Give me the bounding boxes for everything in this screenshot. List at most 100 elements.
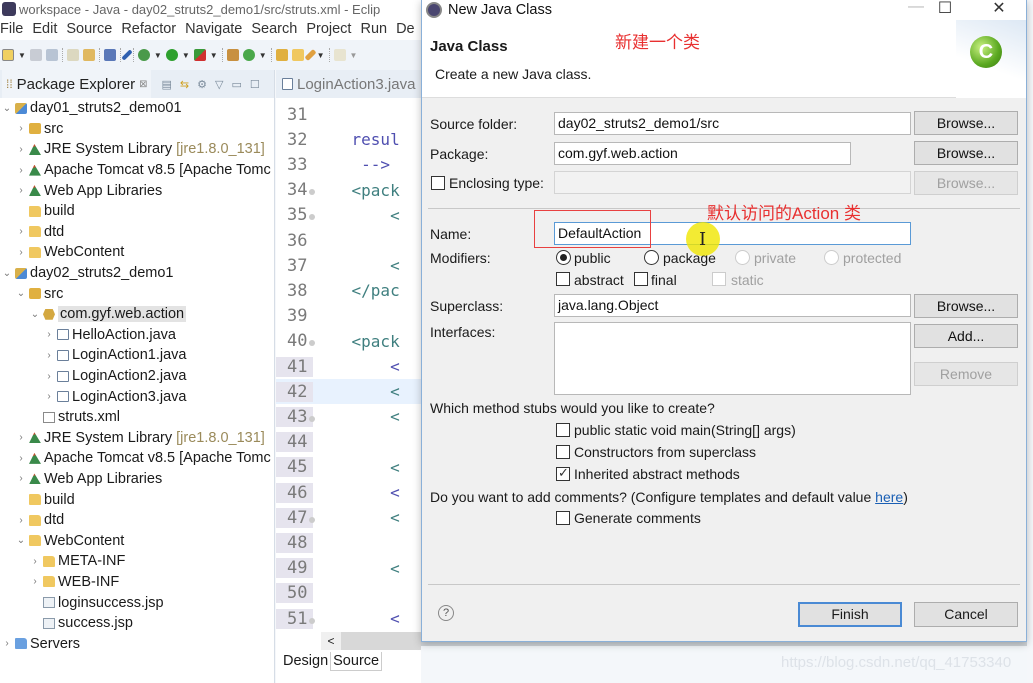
collapsed-chevron-icon[interactable]: › [43,371,55,382]
collapsed-chevron-icon[interactable]: › [15,432,27,443]
code-line[interactable]: 49 < [276,556,426,581]
build-icon[interactable] [66,49,79,61]
stub-inherited-checkbox[interactable] [556,465,570,481]
expanded-chevron-icon[interactable]: ⌄ [1,268,13,279]
code-line[interactable]: 47 < [276,505,426,530]
search-dropdown-icon[interactable]: ▼ [317,51,325,60]
source-folder-input[interactable]: day02_struts2_demo1/src [554,112,911,135]
tree-item[interactable]: success.jsp [0,613,274,634]
tree-item[interactable]: › WEB-INF [0,572,274,593]
interfaces-list[interactable] [554,322,911,395]
tree-item[interactable]: › META-INF [0,551,274,572]
modifier-public-radio[interactable] [556,250,571,265]
external-tools-dropdown-icon[interactable]: ▼ [210,51,218,60]
code-line[interactable]: 40 <pack [276,329,426,354]
menu-debug[interactable]: De [396,21,415,37]
stub-constructors-checkbox[interactable] [556,445,570,459]
menu-project[interactable]: Project [306,21,351,37]
collapsed-chevron-icon[interactable]: › [15,123,27,134]
menu-source[interactable]: Source [66,21,112,37]
tree-item[interactable]: ⌄ WebContent [0,530,274,551]
collapsed-chevron-icon[interactable]: › [15,165,27,176]
new-class-icon[interactable] [242,49,255,61]
help-icon[interactable]: ? [438,605,454,621]
save-all-icon[interactable] [45,49,58,61]
menu-edit[interactable]: Edit [32,21,57,37]
code-line[interactable]: 46 < [276,480,426,505]
final-checkbox[interactable] [634,272,648,286]
tree-item[interactable]: loginsuccess.jsp [0,592,274,613]
external-tools-icon[interactable] [193,49,206,61]
enclosing-type-input[interactable] [554,171,911,194]
collapsed-chevron-icon[interactable]: › [15,185,27,196]
tree-item[interactable]: ⌄ day02_struts2_demo1 [0,263,274,284]
interfaces-remove-button[interactable]: Remove [914,362,1018,386]
enclosing-type-checkbox[interactable] [431,176,445,190]
menu-refactor[interactable]: Refactor [121,21,176,37]
code-line[interactable]: 34 <pack [276,178,426,203]
tree-item[interactable]: build [0,489,274,510]
tree-item[interactable]: › dtd [0,510,274,531]
new-icon[interactable] [2,49,14,61]
search-pencil-icon[interactable] [304,48,317,62]
collapsed-chevron-icon[interactable]: › [15,453,27,464]
collapsed-chevron-icon[interactable]: › [1,638,13,649]
code-line[interactable]: 39 [276,304,426,329]
enclosing-type-browse-button[interactable]: Browse... [914,171,1018,195]
modifier-protected-radio[interactable] [824,250,839,265]
expanded-chevron-icon[interactable]: ⌄ [15,535,27,546]
collapsed-chevron-icon[interactable]: › [15,515,27,526]
collapsed-chevron-icon[interactable]: › [15,144,27,155]
tree-item[interactable]: › Web App Libraries [0,180,274,201]
save-icon[interactable] [29,49,42,61]
scroll-left-button[interactable]: < [321,632,341,650]
new-dropdown-icon[interactable]: ▼ [18,51,26,60]
expanded-chevron-icon[interactable]: ⌄ [1,103,13,114]
collapsed-chevron-icon[interactable]: › [43,391,55,402]
tree-item[interactable]: build [0,201,274,222]
tree-item[interactable]: › JRE System Library [jre1.8.0_131] [0,428,274,449]
collapse-all-icon[interactable]: ▤ [161,78,171,91]
tree-item[interactable]: › dtd [0,222,274,243]
expanded-chevron-icon[interactable]: ⌄ [15,288,27,299]
tree-item[interactable]: › Apache Tomcat v8.5 [Apache Tomc [0,448,274,469]
modifier-private-radio[interactable] [735,250,750,265]
link-with-editor-icon[interactable]: ⇆ [180,78,189,91]
open-type-icon[interactable] [82,49,95,61]
package-browse-button[interactable]: Browse... [914,141,1018,165]
minimize-view-icon[interactable]: ▭ [231,78,241,91]
tree-item[interactable]: › LoginAction1.java [0,345,274,366]
maximize-button[interactable]: ☐ [925,0,965,18]
debug-icon[interactable] [137,49,150,61]
tree-item[interactable]: › HelloAction.java [0,325,274,346]
code-line[interactable]: 35 < [276,203,426,228]
fold-toggle-icon[interactable] [309,617,315,624]
open-folder-icon[interactable] [291,49,304,61]
code-line[interactable]: 31 [276,102,426,127]
collapsed-chevron-icon[interactable]: › [15,473,27,484]
new-class-dropdown-icon[interactable]: ▼ [259,51,267,60]
collapsed-chevron-icon[interactable]: › [15,226,27,237]
run-dropdown-icon[interactable]: ▼ [182,51,190,60]
menu-navigate[interactable]: Navigate [185,21,242,37]
package-explorer-tab[interactable]: ⁞⁞ Package Explorer ⊠ [2,70,152,98]
code-line[interactable]: 44 [276,430,426,455]
source-folder-browse-button[interactable]: Browse... [914,111,1018,135]
menu-search[interactable]: Search [251,21,297,37]
annotation-dropdown-icon[interactable]: ▼ [350,51,358,60]
tab-source[interactable]: Source [330,652,383,671]
collapsed-chevron-icon[interactable]: › [15,247,27,258]
cancel-button[interactable]: Cancel [914,602,1018,627]
configure-templates-link[interactable]: here [875,489,903,505]
tree-item[interactable]: › LoginAction2.java [0,366,274,387]
code-line[interactable]: 48 [276,530,426,555]
generate-comments-checkbox[interactable] [556,511,570,525]
superclass-browse-button[interactable]: Browse... [914,294,1018,318]
expanded-chevron-icon[interactable]: ⌄ [29,309,41,320]
modifier-package-radio[interactable] [644,250,659,265]
code-line[interactable]: 51 < [276,606,426,631]
code-line[interactable]: 41 < [276,354,426,379]
tree-item[interactable]: ⌄ src [0,283,274,304]
package-input[interactable]: com.gyf.web.action [554,142,851,165]
maximize-view-icon[interactable]: ☐ [250,78,260,91]
